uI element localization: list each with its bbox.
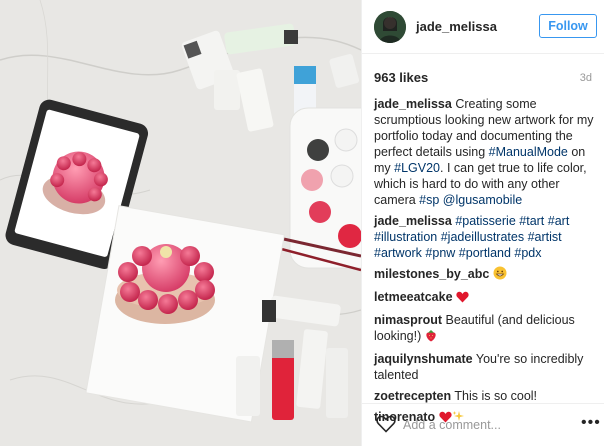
hashtag-link[interactable]: #patisserie [455, 214, 515, 228]
follow-button[interactable]: Follow [539, 14, 597, 38]
comment: zoetrecepten This is so cool! [374, 388, 600, 404]
hashtag-link[interactable]: #tart [519, 214, 544, 228]
comment-list: jade_melissa Creating some scrumptious l… [374, 96, 600, 432]
comment: letmeeatcake [374, 289, 600, 307]
comment: jaquilynshumate You're so incredibly tal… [374, 351, 600, 383]
more-options-button[interactable]: ••• [581, 414, 601, 432]
hashtag-link[interactable]: #jadeillustrates [441, 230, 524, 244]
add-comment-input[interactable]: Add a comment... [403, 418, 501, 432]
comment: nimasprout Beautiful (and delicious look… [374, 312, 600, 346]
strawberry-emoji-icon [425, 329, 437, 346]
post-sidebar: jade_melissa Follow 963 likes 3d jade_me… [361, 0, 604, 446]
header-username[interactable]: jade_melissa [416, 19, 497, 34]
hashtag-comment: jade_melissa #patisserie #tart #art #ill… [374, 213, 600, 261]
post-header: jade_melissa Follow [362, 0, 604, 54]
likes-count[interactable]: 963 likes [374, 70, 428, 85]
comment-username[interactable]: letmeeatcake [374, 290, 453, 304]
hashtag-link[interactable]: #artwork [374, 246, 422, 260]
comment-username[interactable]: nimasprout [374, 313, 442, 327]
comment-username[interactable]: milestones_by_abc [374, 267, 489, 281]
avatar-icon [374, 11, 406, 43]
hashtag-link[interactable]: #LGV20 [394, 161, 440, 175]
comment-text: This is so cool! [451, 389, 538, 403]
heart-emoji-icon [456, 291, 469, 307]
hashtag-link[interactable]: #sp [419, 193, 439, 207]
instagram-post: jade_melissa Follow 963 likes 3d jade_me… [0, 0, 604, 446]
grin-emoji-icon [493, 266, 507, 284]
hashtag-link[interactable]: #artist [528, 230, 562, 244]
hashtag-link[interactable]: #portland [459, 246, 511, 260]
comment-username[interactable]: jaquilynshumate [374, 352, 473, 366]
post-photo[interactable] [0, 0, 361, 446]
hashtag-link[interactable]: #illustration [374, 230, 437, 244]
like-heart-icon[interactable] [376, 415, 396, 438]
post-photo-illustration [0, 0, 361, 446]
comment-bar: Add a comment... ••• [362, 403, 604, 446]
post-time[interactable]: 3d [580, 72, 592, 84]
comment: milestones_by_abc [374, 266, 600, 284]
comment-username[interactable]: zoetrecepten [374, 389, 451, 403]
hashtag-link[interactable]: #ManualMode [489, 145, 568, 159]
mention-link[interactable]: @lgusamobile [443, 193, 522, 207]
caption-username[interactable]: jade_melissa [374, 97, 452, 111]
hashtag-link[interactable]: #pdx [514, 246, 541, 260]
profile-avatar[interactable] [374, 11, 406, 43]
comment-username[interactable]: jade_melissa [374, 214, 452, 228]
hashtag-link[interactable]: #art [548, 214, 570, 228]
caption: jade_melissa Creating some scrumptious l… [374, 96, 600, 208]
hashtag-link[interactable]: #pnw [425, 246, 455, 260]
